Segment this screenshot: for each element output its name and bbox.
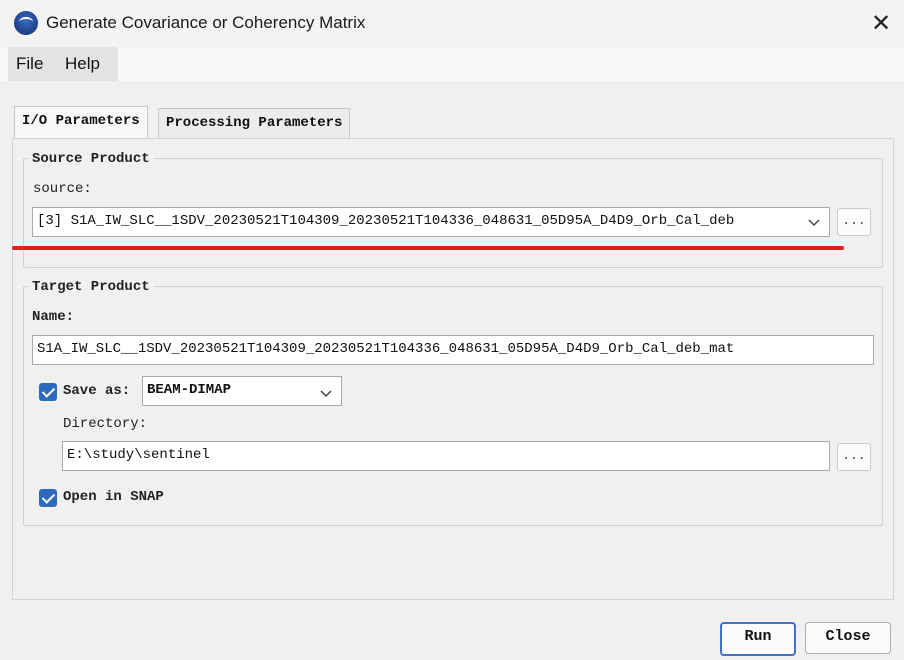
annotation-underline: [12, 246, 844, 250]
save-as-checkbox[interactable]: [39, 383, 57, 401]
open-in-snap-checkbox[interactable]: [39, 489, 57, 507]
snap-app-icon: [14, 11, 38, 35]
menu-file[interactable]: File: [16, 54, 43, 74]
directory-field[interactable]: E:\study\sentinel: [62, 441, 830, 471]
window-title: Generate Covariance or Coherency Matrix: [46, 13, 366, 32]
run-button[interactable]: Run: [720, 622, 796, 656]
source-product-value: [3] S1A_IW_SLC__1SDV_20230521T104309_202…: [37, 213, 735, 229]
open-in-snap-label: Open in SNAP: [63, 489, 164, 505]
menu-help[interactable]: Help: [65, 54, 100, 74]
chevron-down-icon[interactable]: [320, 387, 332, 399]
tab-processing-parameters[interactable]: Processing Parameters: [158, 108, 351, 139]
format-value: BEAM-DIMAP: [147, 382, 232, 398]
source-label: source:: [33, 181, 92, 197]
chevron-down-icon[interactable]: [808, 216, 820, 228]
close-button[interactable]: Close: [805, 622, 891, 654]
title-bar: Generate Covariance or Coherency Matrix …: [0, 0, 904, 47]
source-product-select[interactable]: [3] S1A_IW_SLC__1SDV_20230521T104309_202…: [32, 207, 830, 237]
directory-label: Directory:: [63, 416, 148, 432]
target-product-title: Target Product: [28, 279, 154, 295]
format-select[interactable]: BEAM-DIMAP: [142, 376, 342, 406]
source-product-title: Source Product: [28, 151, 154, 167]
menu-bar: File Help: [0, 47, 904, 81]
close-window-icon[interactable]: ✕: [866, 8, 896, 38]
directory-browse-button[interactable]: ...: [837, 443, 871, 471]
name-label: Name:: [32, 309, 75, 325]
target-name-field[interactable]: S1A_IW_SLC__1SDV_20230521T104309_2023052…: [32, 335, 874, 365]
source-browse-button[interactable]: ...: [837, 208, 871, 236]
tab-io-parameters[interactable]: I/O Parameters: [14, 106, 148, 140]
save-as-label: Save as:: [63, 383, 131, 399]
